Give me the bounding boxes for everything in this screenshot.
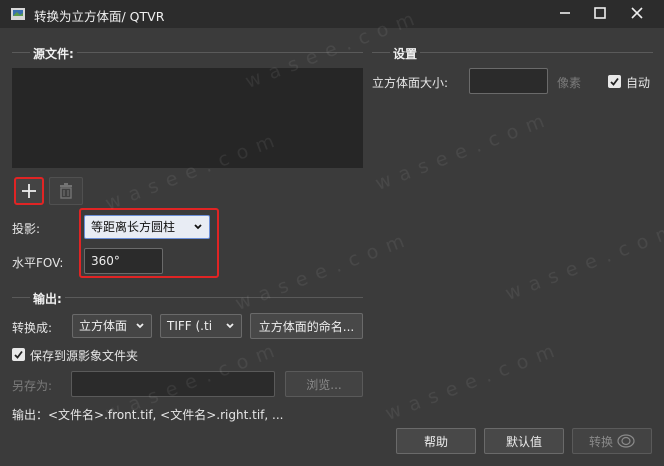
format-value: 立方体面 bbox=[79, 319, 128, 333]
watermark-text: wasee.com bbox=[232, 227, 416, 315]
plus-icon bbox=[22, 184, 36, 198]
checkmark-icon bbox=[610, 77, 619, 86]
output-section-title: 输出: bbox=[30, 290, 65, 307]
source-file-list[interactable] bbox=[12, 68, 363, 168]
save-as-label: 另存为: bbox=[12, 379, 53, 393]
default-button[interactable]: 默认值 bbox=[484, 428, 564, 454]
window-title: 转换为立方体面/ QTVR bbox=[34, 9, 165, 24]
app-icon bbox=[11, 8, 25, 20]
filetype-select[interactable]: TIFF (.ti bbox=[160, 314, 242, 338]
cube-naming-button[interactable]: 立方体面的命名... bbox=[250, 313, 363, 339]
chevron-down-icon bbox=[136, 323, 144, 329]
convert-button[interactable]: 转换 bbox=[572, 428, 652, 454]
format-select[interactable]: 立方体面 bbox=[72, 314, 152, 338]
filetype-value: TIFF (.ti bbox=[167, 319, 213, 333]
minimize-button[interactable] bbox=[548, 0, 582, 26]
trash-icon bbox=[60, 183, 72, 199]
auto-checkbox[interactable] bbox=[608, 75, 621, 88]
fov-input[interactable]: 360° bbox=[84, 248, 163, 274]
checkmark-icon bbox=[14, 350, 23, 359]
projection-label: 投影: bbox=[12, 222, 41, 236]
cube-size-label: 立方体面大小: bbox=[372, 76, 449, 90]
output-names-text: 输出：<文件名>.front.tif, <文件名>.right.tif, ... bbox=[12, 408, 284, 422]
settings-section-title: 设置 bbox=[390, 45, 421, 62]
watermark-text: wasee.com bbox=[382, 337, 566, 425]
chevron-down-icon bbox=[194, 224, 202, 230]
close-button[interactable] bbox=[620, 0, 654, 26]
maximize-icon bbox=[594, 7, 606, 19]
help-button[interactable]: 帮助 bbox=[396, 428, 476, 454]
circle-icon bbox=[617, 434, 635, 448]
auto-label: 自动 bbox=[626, 76, 651, 90]
fov-label: 水平FOV: bbox=[12, 256, 64, 270]
maximize-button[interactable] bbox=[583, 0, 617, 26]
delete-file-button[interactable] bbox=[49, 177, 83, 205]
source-section-title: 源文件: bbox=[30, 45, 77, 62]
fov-value: 360° bbox=[91, 254, 120, 268]
save-to-source-checkbox[interactable] bbox=[12, 348, 25, 361]
minimize-icon bbox=[560, 12, 570, 14]
watermark-text: wasee.com bbox=[502, 217, 664, 305]
projection-value: 等距离长方圆柱 bbox=[91, 220, 176, 234]
convert-button-label: 转换 bbox=[588, 434, 613, 449]
cube-size-input[interactable] bbox=[469, 68, 548, 94]
convert-to-label: 转换成: bbox=[12, 321, 53, 335]
projection-select[interactable]: 等距离长方圆柱 bbox=[84, 215, 210, 239]
watermark-text: wasee.com bbox=[372, 107, 556, 195]
browse-button[interactable]: 浏览... bbox=[285, 371, 363, 397]
chevron-down-icon bbox=[226, 323, 234, 329]
save-to-source-label: 保存到源影象文件夹 bbox=[30, 349, 139, 363]
close-icon bbox=[631, 7, 643, 19]
save-as-input[interactable] bbox=[71, 371, 275, 397]
add-file-button[interactable] bbox=[14, 177, 44, 205]
cube-size-unit: 像素 bbox=[557, 76, 582, 90]
